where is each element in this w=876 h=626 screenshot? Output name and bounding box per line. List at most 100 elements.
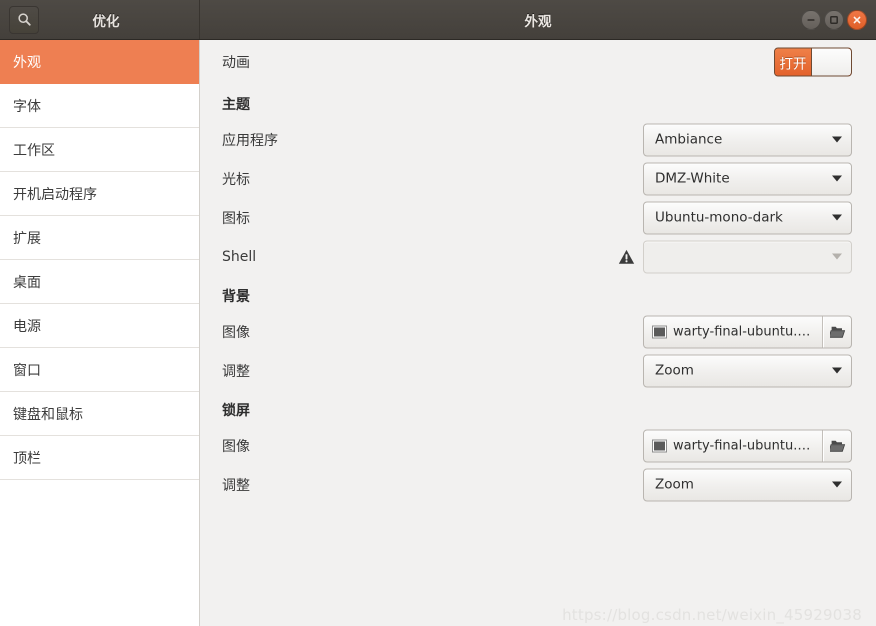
sidebar-item-label: 工作区 [13, 142, 55, 159]
background-adjust-control: Zoom [643, 354, 852, 387]
window-controls [801, 9, 867, 30]
background-image-filename: warty-final-ubuntu.png [673, 324, 816, 339]
background-image-filechooser-main[interactable]: warty-final-ubuntu.png [644, 316, 823, 347]
settings-panel: 动画 打开 主题 应用程序 Ambiance 光标 DMZ-White 图标 U… [200, 40, 876, 626]
close-button[interactable] [847, 9, 867, 30]
sidebar-item-label: 扩展 [13, 230, 41, 247]
sidebar-item-appearance[interactable]: 外观 [0, 40, 199, 84]
cursor-theme-label: 光标 [222, 171, 250, 188]
sidebar-item-label: 电源 [13, 318, 41, 335]
chevron-down-icon [832, 481, 842, 488]
lockscreen-image-control: warty-final-ubuntu.png [643, 429, 852, 462]
lockscreen-image-filename: warty-final-ubuntu.png [673, 438, 816, 453]
animation-toggle-knob [811, 48, 851, 76]
row-shell-theme: Shell [222, 237, 852, 276]
background-image-control: warty-final-ubuntu.png [643, 315, 852, 348]
watermark: https://blog.csdn.net/weixin_45929038 [562, 606, 862, 624]
chevron-down-icon [832, 136, 842, 143]
background-adjust-value: Zoom [655, 362, 694, 379]
icon-theme-control: Ubuntu-mono-dark [643, 201, 852, 234]
image-preview-icon [652, 325, 667, 338]
minimize-button[interactable] [801, 9, 821, 30]
background-adjust-dropdown[interactable]: Zoom [643, 354, 852, 387]
sidebar-item-desktop[interactable]: 桌面 [0, 260, 199, 304]
lockscreen-adjust-control: Zoom [643, 468, 852, 501]
sidebar-item-keyboard-mouse[interactable]: 键盘和鼠标 [0, 392, 199, 436]
lockscreen-adjust-label: 调整 [222, 477, 250, 494]
chevron-down-icon [832, 253, 842, 260]
section-background-title: 背景 [222, 289, 250, 305]
lockscreen-image-label: 图像 [222, 438, 250, 455]
sidebar-item-label: 顶栏 [13, 450, 41, 467]
background-image-label: 图像 [222, 324, 250, 341]
background-adjust-label: 调整 [222, 363, 250, 380]
row-icon-theme: 图标 Ubuntu-mono-dark [222, 198, 852, 237]
image-preview-icon [652, 439, 667, 452]
application-theme-value: Ambiance [655, 131, 723, 148]
open-folder-button[interactable] [823, 316, 851, 347]
row-application-theme: 应用程序 Ambiance [222, 120, 852, 159]
icon-theme-label: 图标 [222, 210, 250, 227]
sidebar-item-label: 字体 [13, 98, 41, 115]
maximize-icon [830, 15, 838, 24]
sidebar-item-label: 键盘和鼠标 [13, 406, 83, 423]
sidebar: 外观 字体 工作区 开机启动程序 扩展 桌面 电源 窗口 键盘和鼠标 顶栏 [0, 40, 200, 626]
lockscreen-image-filechooser-main[interactable]: warty-final-ubuntu.png [644, 430, 823, 461]
folder-open-icon [829, 326, 845, 338]
chevron-down-icon [832, 214, 842, 221]
warning-icon[interactable] [618, 248, 635, 265]
application-theme-control: Ambiance [643, 123, 852, 156]
background-image-filechooser[interactable]: warty-final-ubuntu.png [643, 315, 852, 348]
cursor-theme-dropdown[interactable]: DMZ-White [643, 162, 852, 195]
sidebar-item-startup-applications[interactable]: 开机启动程序 [0, 172, 199, 216]
sidebar-item-fonts[interactable]: 字体 [0, 84, 199, 128]
section-theme-title: 主题 [222, 97, 250, 113]
icon-theme-value: Ubuntu-mono-dark [655, 209, 783, 226]
window-body: 外观 字体 工作区 开机启动程序 扩展 桌面 电源 窗口 键盘和鼠标 顶栏 动画… [0, 40, 876, 626]
row-background-adjust: 调整 Zoom [222, 351, 852, 390]
lockscreen-image-filechooser[interactable]: warty-final-ubuntu.png [643, 429, 852, 462]
tweaks-window: 优化 外观 外观 字体 工作区 开机启动程序 扩展 桌面 电源 窗口 键盘和鼠标… [0, 0, 876, 626]
shell-theme-label: Shell [222, 248, 257, 265]
sidebar-item-label: 窗口 [13, 362, 41, 379]
titlebar-left-pane: 优化 [0, 0, 200, 39]
application-theme-label: 应用程序 [222, 132, 278, 149]
row-lockscreen-image: 图像 warty-final-ubuntu.png [222, 426, 852, 465]
maximize-button[interactable] [824, 9, 844, 30]
shell-theme-dropdown[interactable] [643, 240, 852, 273]
animation-toggle-label: 打开 [775, 48, 811, 76]
sidebar-item-power[interactable]: 电源 [0, 304, 199, 348]
row-lockscreen-adjust: 调整 Zoom [222, 465, 852, 504]
animation-control: 打开 [774, 47, 852, 77]
application-theme-dropdown[interactable]: Ambiance [643, 123, 852, 156]
animation-toggle[interactable]: 打开 [774, 47, 852, 77]
cursor-theme-value: DMZ-White [655, 170, 730, 187]
titlebar-right-pane: 外观 [200, 0, 876, 39]
cursor-theme-control: DMZ-White [643, 162, 852, 195]
sidebar-item-windows[interactable]: 窗口 [0, 348, 199, 392]
app-title: 优化 [92, 13, 120, 30]
search-icon[interactable] [9, 5, 39, 34]
minimize-icon [807, 18, 815, 21]
sidebar-item-extensions[interactable]: 扩展 [0, 216, 199, 260]
row-animation: 动画 打开 [222, 40, 852, 84]
window-titlebar: 优化 外观 [0, 0, 876, 40]
search-glyph [17, 13, 31, 26]
animation-label: 动画 [222, 55, 250, 71]
sidebar-item-top-bar[interactable]: 顶栏 [0, 436, 199, 480]
sidebar-item-label: 开机启动程序 [13, 186, 97, 203]
page-title: 外观 [524, 13, 552, 30]
sidebar-item-label: 外观 [13, 54, 41, 71]
lockscreen-adjust-dropdown[interactable]: Zoom [643, 468, 852, 501]
chevron-down-icon [832, 367, 842, 374]
folder-open-icon [829, 440, 845, 452]
sidebar-item-workspaces[interactable]: 工作区 [0, 128, 199, 172]
icon-theme-dropdown[interactable]: Ubuntu-mono-dark [643, 201, 852, 234]
row-background-image: 图像 warty-final-ubuntu.png [222, 312, 852, 351]
section-lockscreen-title: 锁屏 [222, 403, 250, 419]
chevron-down-icon [832, 175, 842, 182]
shell-theme-control [618, 240, 852, 273]
open-folder-button[interactable] [823, 430, 851, 461]
lockscreen-adjust-value: Zoom [655, 476, 694, 493]
close-icon [853, 16, 861, 23]
